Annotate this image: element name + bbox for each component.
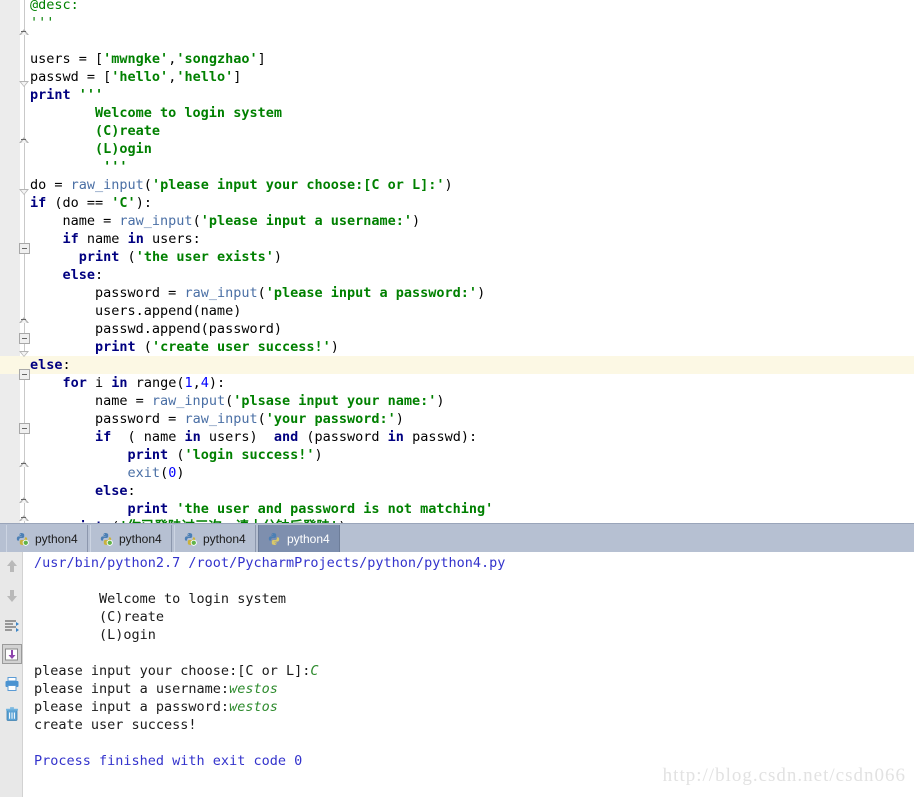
run-tab-bar[interactable]: python4 python4 python4 python4 [0,523,914,552]
code-line: print 'the user and password is not matc… [127,501,494,517]
console-line: /usr/bin/python2.7 /root/PycharmProjects… [34,554,505,572]
trash-icon[interactable] [2,704,22,724]
python-icon [183,532,197,546]
code-line: name = raw_input('please input a usernam… [30,213,421,229]
code-line: if ( name in users) and (password in pas… [95,429,478,445]
run-tab-active[interactable]: python4 [258,525,340,552]
python-icon [99,532,113,546]
code-text-area[interactable]: @desc: ''' users = ['mwngke','songzhao'] pa… [30,0,914,523]
code-line: Welcome to login system [30,105,282,121]
code-line: print ''' [30,87,104,103]
code-line: if name in users: [62,231,201,247]
console-text: Welcome to login system [34,591,286,607]
console-text: (C)reate [34,609,165,625]
run-tab-label: python4 [35,531,78,546]
code-line: print ('login success!') [127,447,323,463]
code-line: else: [62,267,104,283]
console-text: create user success! [34,717,197,733]
highlighted-code-row [0,356,914,374]
code-line: ''' [30,159,128,175]
console-user-input: C [310,663,319,679]
run-tab-label: python4 [203,531,246,546]
fold-guide-line [24,0,25,523]
console-user-input: westos [229,681,278,697]
pycharm-window: @desc: ''' users = ['mwngke','songzhao'] pa… [0,0,914,797]
scroll-to-end-icon[interactable] [2,644,22,664]
fold-region-end-icon[interactable] [19,513,30,523]
console-text: please input a username: [34,681,230,697]
watermark-text: http://blog.csdn.net/csdn066 [662,765,906,786]
fold-collapse-icon[interactable] [19,369,30,380]
fold-region-start-icon[interactable] [19,189,30,200]
fold-region-start-icon[interactable] [19,351,30,362]
code-line: (L)ogin [30,141,152,157]
print-icon[interactable] [2,674,22,694]
fold-collapse-icon[interactable] [19,423,30,434]
fold-collapse-icon[interactable] [19,243,30,254]
fold-region-end-icon[interactable] [19,495,30,506]
code-line: print ('你已登陆过三次，请十分钟后登陆') [30,518,347,523]
python-icon [15,532,29,546]
console-text: /usr/bin/python2.7 /root/PycharmProjects… [34,555,506,571]
fold-region-end-icon[interactable] [19,459,30,470]
editor-line-gutter[interactable] [0,0,20,523]
console-text: please input a password: [34,699,230,715]
console-line: please input your choose:[C or L]:C [34,662,318,680]
console-line: (C)reate [34,608,164,626]
console-text: (L)ogin [34,627,156,643]
editor-fold-rail[interactable] [20,0,30,523]
console-line: (L)ogin [34,626,156,644]
console-toolbar[interactable] [0,552,23,797]
run-tab-label: python4 [119,531,162,546]
code-line: if (do == 'C'): [30,195,152,211]
console-line: create user success! [34,716,197,734]
fold-collapse-icon[interactable] [19,333,30,344]
console-line: Welcome to login system [34,590,286,608]
console-user-input: westos [229,699,278,715]
code-line: users = ['mwngke','songzhao'] [30,51,266,67]
code-line: print ('create user success!') [95,339,339,355]
code-line: do = raw_input('please input your choose… [30,177,453,193]
run-tab[interactable]: python4 [6,525,88,552]
arrow-down-icon[interactable] [2,586,22,606]
run-tab[interactable]: python4 [90,525,172,552]
run-tab-label: python4 [287,531,330,546]
code-line: password = raw_input('please input a pas… [30,285,486,301]
console-line: please input a password:westos [34,698,278,716]
fold-region-start-icon[interactable] [19,81,30,92]
code-line: exit(0) [127,465,185,481]
code-line: users.append(name) [30,303,242,319]
code-line: (C)reate [30,123,161,139]
fold-region-end-icon[interactable] [19,135,30,146]
run-tab[interactable]: python4 [174,525,256,552]
fold-region-end-icon[interactable] [19,27,30,38]
code-line: else: [30,357,71,373]
code-editor-panel[interactable]: @desc: ''' users = ['mwngke','songzhao'] pa… [0,0,914,523]
code-line: passwd.append(password) [30,321,282,337]
code-line: password = raw_input('your password:') [30,411,404,427]
soft-wrap-icon[interactable] [2,616,22,636]
code-line: for i in range(1,4): [62,375,226,391]
console-text: please input your choose:[C or L]: [34,663,311,679]
code-line: @desc: [30,0,79,13]
python-icon [267,532,281,546]
console-line: Process finished with exit code 0 [34,752,302,770]
arrow-up-icon[interactable] [2,556,22,576]
console-text: Process finished with exit code 0 [34,753,303,769]
code-line: name = raw_input('plsase input your name… [30,393,445,409]
run-console-panel[interactable]: /usr/bin/python2.7 /root/PycharmProjects… [0,552,914,797]
console-line: please input a username:westos [34,680,278,698]
code-line: print ('the user exists') [78,249,282,265]
fold-region-end-icon[interactable] [19,315,30,326]
code-line: else: [95,483,136,499]
code-line: ''' [30,15,55,31]
code-line: passwd = ['hello','hello'] [30,69,242,85]
